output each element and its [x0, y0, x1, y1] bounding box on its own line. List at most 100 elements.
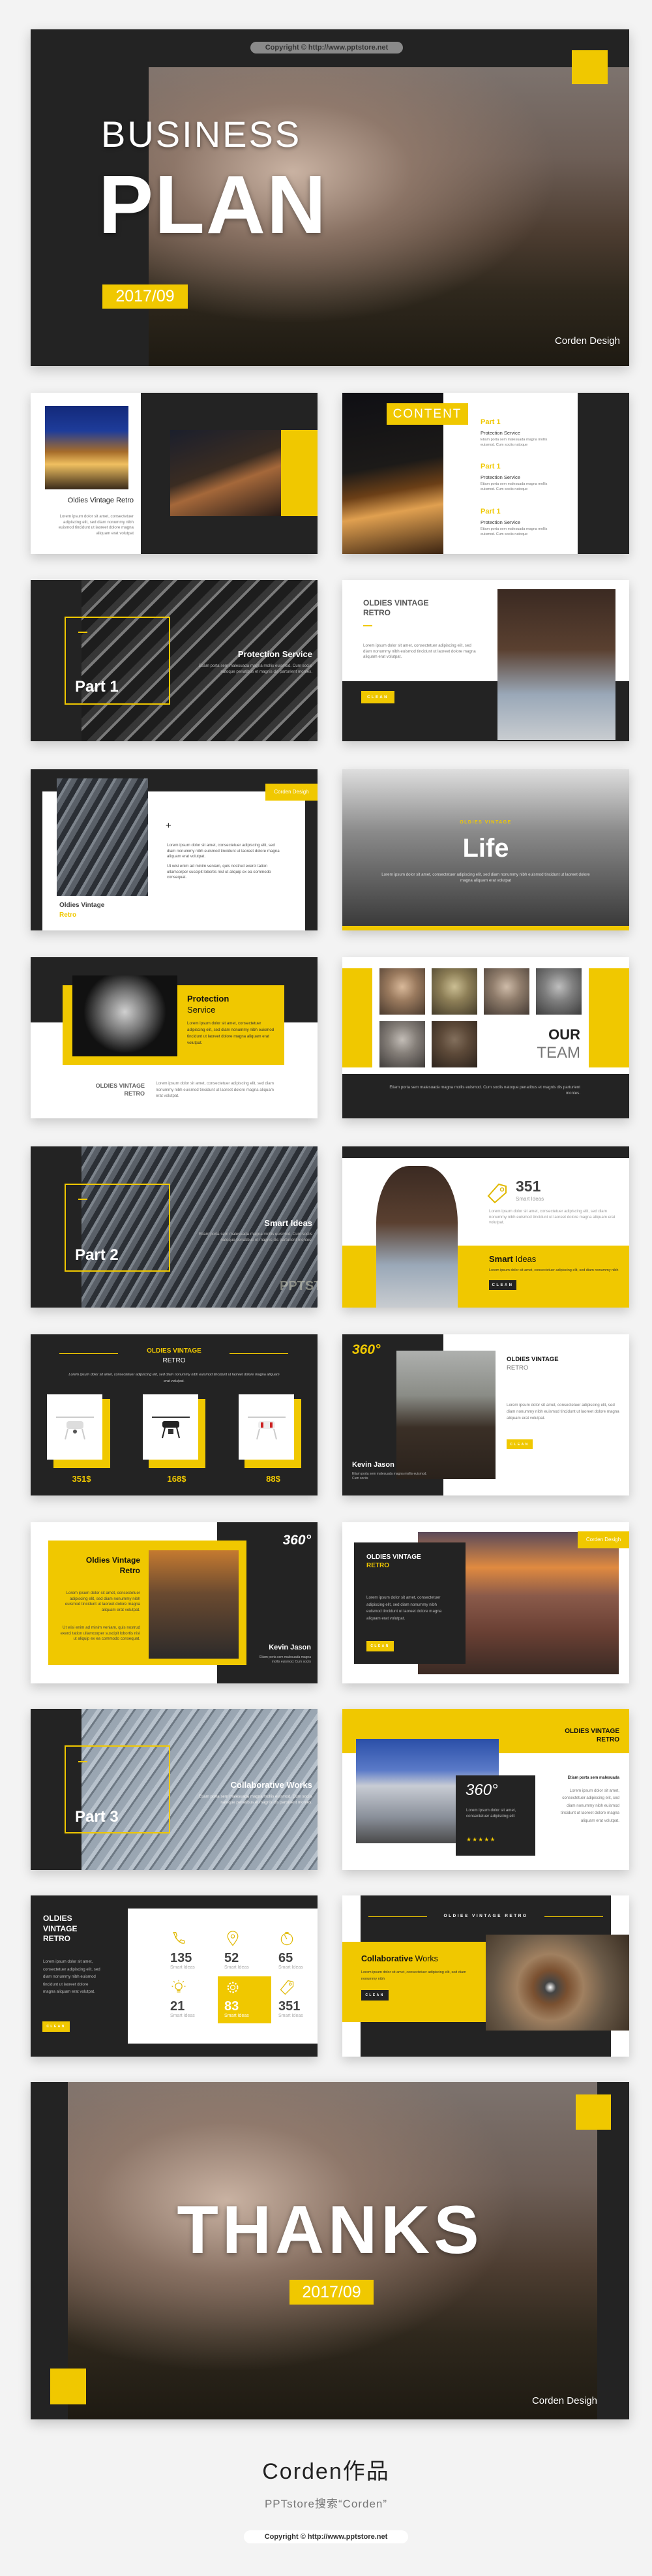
timer-icon: [280, 1931, 293, 1946]
drone-photo-red[interactable]: [239, 1394, 294, 1460]
title-line1: Protection: [187, 994, 230, 1004]
clean-button[interactable]: CLEAN: [489, 1280, 516, 1290]
body-paragraph-1: Lorem ipsum dolor sit amet, consectetuer…: [167, 843, 280, 859]
person-name: Kevin Jason: [269, 1644, 311, 1651]
rating-stars: ★★★★★: [466, 1836, 496, 1843]
clean-button[interactable]: CLEAN: [507, 1439, 533, 1449]
stat-value: 351: [278, 1999, 301, 2014]
content-body: Etiam porta sem malesuada magna mollis e…: [481, 527, 548, 536]
drone-photo-black[interactable]: [143, 1394, 198, 1460]
slide-body: Lorem ipsum dolor sit amet, consectetuer…: [187, 1021, 274, 1045]
slide-title: OLDIES VINTAGE RETRO: [363, 598, 428, 618]
title-line2: RETRO: [366, 1562, 389, 1569]
thanks-author: Corden Desigh: [531, 2395, 597, 2406]
part-body: Etiam porta sem malesuada magna mollis e…: [198, 1794, 312, 1805]
badge-360: 360°: [282, 1533, 311, 1548]
content-item[interactable]: Part 1 Protection Service Etiam porta se…: [481, 463, 572, 492]
spiral-stairs-photo: [486, 1935, 629, 2031]
map-pin-icon: [227, 1931, 239, 1946]
team-member-photo[interactable]: [432, 968, 477, 1015]
slide-body: Lorem ipsum dolor sit amet, consectetuer…: [507, 1403, 619, 1420]
slide-intro: Oldies Vintage Retro Lorem ipsum dolor s…: [31, 393, 318, 554]
stat-label: Smart Ideas: [170, 1965, 195, 1970]
slide-body: Lorem ipsum dolor sit amet, consectetuer…: [489, 1209, 615, 1225]
stat-value: 83: [224, 1999, 239, 2014]
title-line1: OLDIES VINTAGE: [363, 598, 429, 607]
stat-number: 351: [516, 1178, 541, 1195]
title-line2: VINTAGE: [43, 1924, 78, 1933]
stat-label: Smart Ideas: [516, 1196, 544, 1202]
stat-label: Smart Ideas: [170, 2014, 195, 2018]
cover-title-line2: PLAN: [98, 159, 327, 251]
clean-button[interactable]: CLEAN: [361, 691, 394, 703]
title-line2: Retro: [59, 912, 77, 919]
stat-item: 52 Smart Ideas: [218, 1928, 271, 1975]
divider-line-right: [544, 1916, 603, 1917]
slide-phone: Corden Desigh + Lorem ipsum dolor sit am…: [31, 769, 318, 930]
footer-copyright[interactable]: Copyright © http://www.pptstore.net: [244, 2530, 408, 2543]
body-paragraph-2: Ut wisi enim ad minim veniam, quis nostr…: [60, 1625, 140, 1642]
thanks-title: THANKS: [177, 2192, 483, 2268]
slide-body: Lorem ipsum dolor sit amet, consectetuer…: [68, 1373, 280, 1383]
title-line1: OLDIES VINTAGE: [507, 1356, 559, 1363]
man-photo: [396, 1351, 496, 1479]
stats-panel: 135 Smart Ideas 52 Smart Ideas 65 Smart Ideas…: [128, 1909, 318, 2044]
team-member-photo[interactable]: [536, 968, 582, 1015]
accent-dash: [363, 625, 372, 626]
team-member-photo[interactable]: [432, 1021, 477, 1067]
drone-photo-white[interactable]: [47, 1394, 102, 1460]
life-kicker: OLDIES VINTAGE: [460, 820, 512, 825]
slide-part-2: Part 2 Smart Ideas Etiam porta sem males…: [31, 1146, 318, 1308]
woman-hat-photo: [376, 1166, 458, 1308]
team-member-photo[interactable]: [379, 1021, 425, 1067]
content-item[interactable]: Part 1 Protection Service Etiam porta se…: [481, 508, 572, 537]
content-part: Part 1: [481, 418, 501, 426]
stat-label: Smart Ideas: [224, 1965, 249, 1970]
slide-body: Lorem ipsum dolor sit amet, consectetuer…: [43, 1959, 100, 1994]
team-member-photo[interactable]: [379, 968, 425, 1015]
title-bold: Smart: [489, 1254, 513, 1264]
tag-icon: [487, 1183, 507, 1204]
man-cafe-photo: [149, 1550, 239, 1659]
woman-photo: [497, 589, 615, 740]
title-line1: Oldies Vintage: [59, 902, 105, 909]
title-line1: OLDIES: [43, 1914, 72, 1923]
clean-button[interactable]: CLEAN: [42, 2021, 70, 2032]
thanks-date: 2017/09: [289, 2280, 374, 2305]
content-item[interactable]: Part 1 Protection Service Etiam porta se…: [481, 418, 572, 448]
star-icon: ★: [472, 1836, 479, 1843]
accent-dash: [78, 1199, 87, 1200]
content-title: Protection Service: [481, 519, 520, 525]
stairs-title: Collaborative Works: [361, 1954, 438, 1963]
slide-woman: OLDIES VINTAGE RETRO Lorem ipsum dolor s…: [342, 580, 629, 741]
slide-products: OLDIES VINTAGE RETRO Lorem ipsum dolor s…: [31, 1334, 318, 1495]
body-paragraph-2: Ut wisi enim ad minim veniam, quis nostr…: [167, 864, 271, 880]
title-line2: Retro: [119, 1566, 140, 1575]
content-body: Etiam porta sem malesuada magna mollis e…: [481, 438, 548, 447]
team-member-photo[interactable]: [484, 968, 529, 1015]
city-night-photo: [170, 430, 281, 516]
dark-top-bar: [342, 1146, 629, 1158]
accent-square: [50, 2369, 86, 2404]
phone-photo: [57, 778, 148, 896]
title-regular: Works: [415, 1954, 438, 1963]
slide-smart-ideas: 351 Smart Ideas Lorem ipsum dolor sit am…: [342, 1146, 629, 1308]
stat-item: 135 Smart Ideas: [164, 1928, 217, 1975]
slide-part-3: Part 3 Collaborative Works Etiam porta s…: [31, 1709, 318, 1870]
portrait-photo: [72, 975, 177, 1056]
team-body: Etiam porta sem malesuada magna mollis e…: [389, 1085, 580, 1096]
aside-title: Etiam porta sem malesuada: [567, 1776, 619, 1780]
slide-concert: OLDIES VINTAGE RETRO 360° Lorem ipsum do…: [342, 1709, 629, 1870]
thanks-slide: THANKS 2017/09 Corden Desigh: [31, 2082, 629, 2419]
clean-button[interactable]: CLEAN: [366, 1641, 394, 1651]
accent-bar: [342, 926, 629, 930]
slide-team: OUR TEAM Etiam porta sem malesuada magna…: [342, 957, 629, 1118]
phone-icon: [173, 1931, 185, 1944]
lightbulb-icon: [171, 1980, 186, 1993]
clean-button[interactable]: CLEAN: [361, 1990, 389, 2001]
team-title-line1: OUR: [548, 1026, 580, 1043]
person-body: Etiam porta sem malesuada magna mollis e…: [352, 1472, 427, 1480]
author-tag: Corden Desigh: [578, 1531, 629, 1548]
title-line2: RETRO: [162, 1357, 186, 1364]
building-photo: [45, 406, 128, 489]
